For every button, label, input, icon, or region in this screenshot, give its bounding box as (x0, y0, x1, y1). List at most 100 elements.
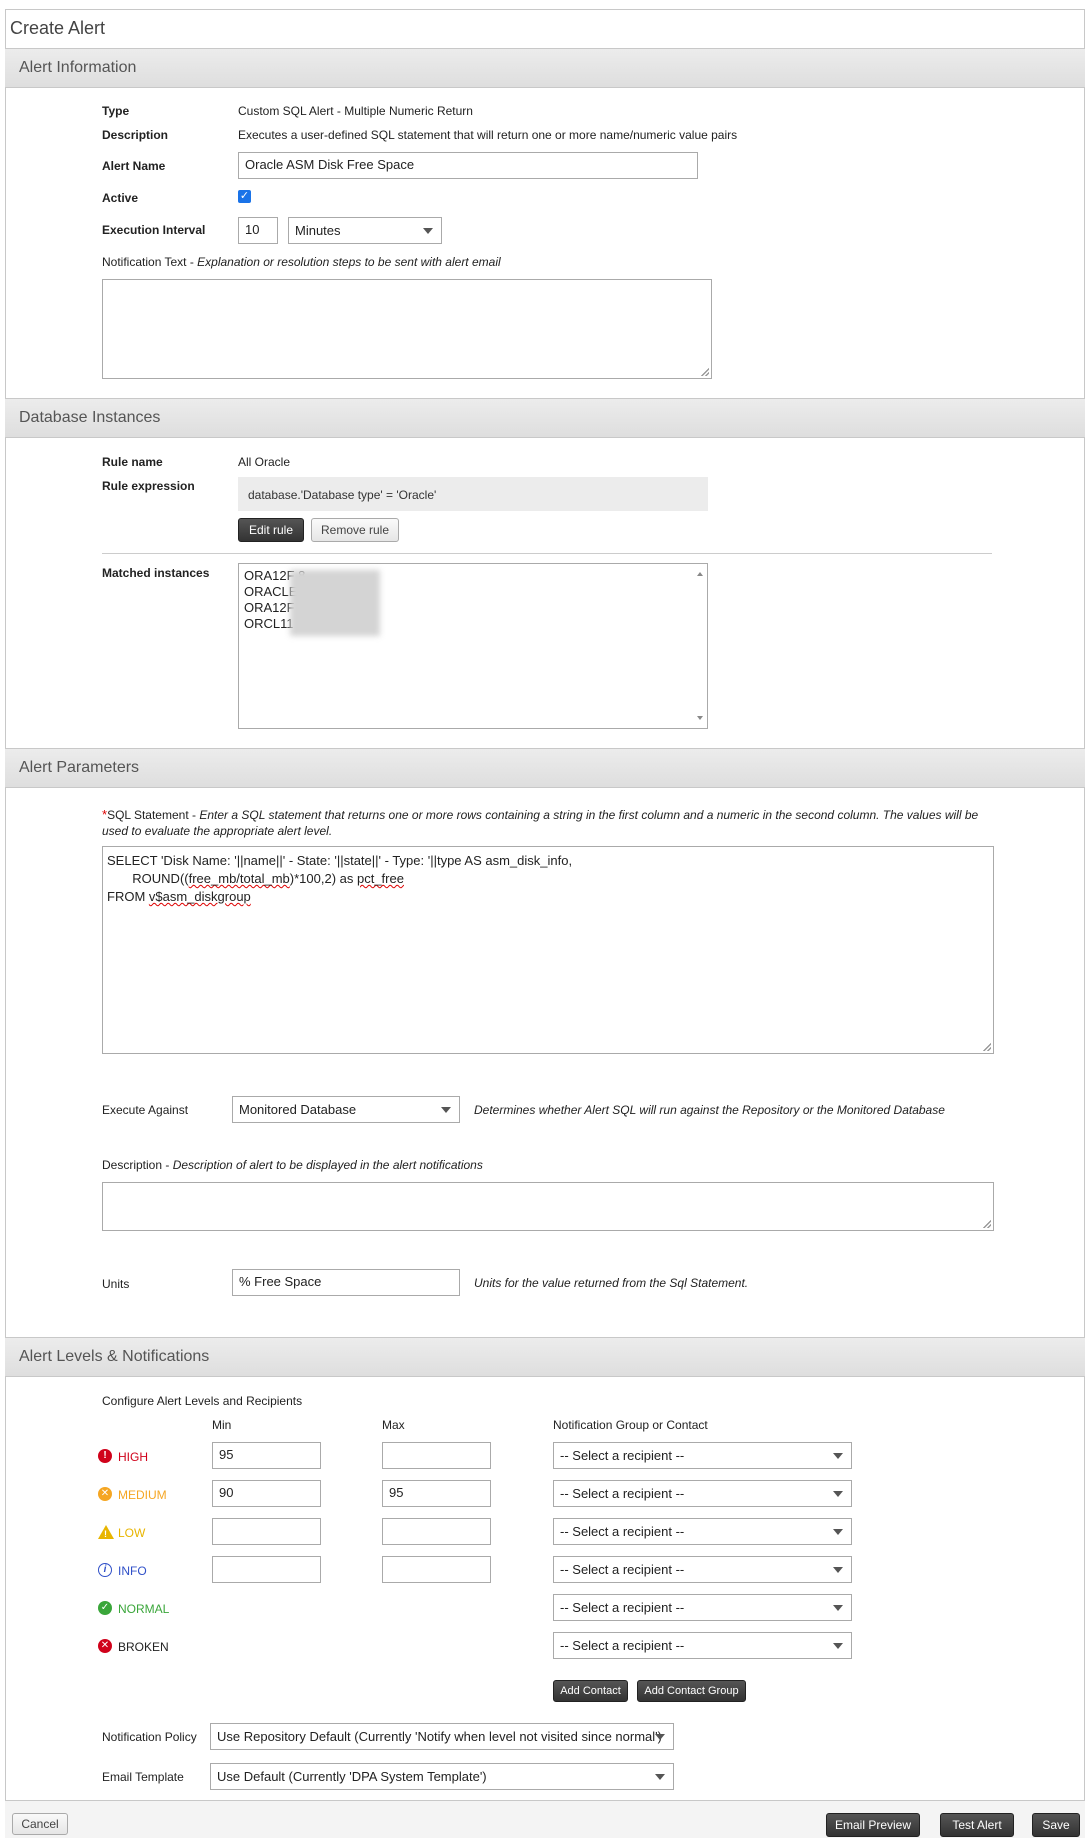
notification-policy-select[interactable]: Use Repository Default (Currently 'Notif… (210, 1723, 674, 1750)
execute-against-select[interactable]: Monitored Database (232, 1096, 460, 1123)
sql-statement-label: *SQL Statement - Enter a SQL statement t… (102, 807, 992, 839)
scroll-down-icon[interactable] (697, 716, 703, 720)
description-param-area[interactable] (102, 1182, 994, 1231)
chevron-down-icon (833, 1643, 843, 1649)
description-param-label: Description - Description of alert to be… (102, 1158, 483, 1172)
footer-bar (5, 1800, 1085, 1838)
section-alert-information: Alert Information (5, 48, 1085, 88)
recipient-placeholder: -- Select a recipient -- (560, 1486, 685, 1501)
configure-levels-label: Configure Alert Levels and Recipients (102, 1394, 303, 1408)
column-min: Min (212, 1418, 232, 1432)
sql-line-3b: v$asm_diskgroup (148, 889, 251, 904)
sql-line-2c: )*100,2) as (289, 871, 357, 886)
section-alert-parameters: Alert Parameters (5, 748, 1085, 788)
alert-high-icon: ! (98, 1449, 112, 1463)
chevron-down-icon (833, 1529, 843, 1535)
low-recipient-select[interactable]: -- Select a recipient -- (553, 1518, 852, 1545)
scroll-up-icon[interactable] (697, 572, 703, 576)
column-notification-group: Notification Group or Contact (553, 1418, 708, 1432)
resize-grip-icon[interactable] (983, 1220, 991, 1228)
interval-unit-select[interactable]: Minutes (288, 217, 442, 244)
rule-expression-value: database.'Database type' = 'Oracle' (238, 477, 708, 511)
notification-policy-value: Use Repository Default (Currently 'Notif… (217, 1729, 662, 1744)
level-info-label: INFO (118, 1564, 147, 1578)
check-circle-icon: ✓ (98, 1601, 112, 1615)
notification-text-area[interactable] (102, 279, 712, 379)
info-min-input[interactable] (212, 1556, 321, 1583)
alert-low-icon-mark: ! (104, 1529, 107, 1539)
low-min-input[interactable] (212, 1518, 321, 1545)
sql-line-2b: free_mb/total_mb (188, 871, 290, 886)
section-database-instances: Database Instances (5, 398, 1085, 438)
chevron-down-icon (655, 1774, 665, 1780)
medium-max-input[interactable]: 95 (382, 1480, 491, 1507)
description-value: Executes a user-defined SQL statement th… (238, 128, 738, 142)
save-button[interactable]: Save (1032, 1813, 1080, 1837)
units-hint: Units for the value returned from the Sq… (474, 1276, 749, 1290)
email-template-select[interactable]: Use Default (Currently 'DPA System Templ… (210, 1763, 674, 1790)
test-alert-button[interactable]: Test Alert (940, 1813, 1014, 1837)
normal-recipient-select[interactable]: -- Select a recipient -- (553, 1594, 852, 1621)
medium-recipient-select[interactable]: -- Select a recipient -- (553, 1480, 852, 1507)
interval-unit-value: Minutes (295, 223, 341, 238)
add-contact-button[interactable]: Add Contact (553, 1680, 628, 1702)
notification-text-hint: Explanation or resolution steps to be se… (197, 255, 501, 269)
info-max-input[interactable] (382, 1556, 491, 1583)
edit-rule-button[interactable]: Edit rule (238, 518, 304, 542)
alert-name-input[interactable]: Oracle ASM Disk Free Space (238, 152, 698, 179)
info-recipient-select[interactable]: -- Select a recipient -- (553, 1556, 852, 1583)
description-label: Description (102, 128, 169, 142)
resize-grip-icon[interactable] (701, 368, 709, 376)
notification-text-label: Notification Text - Explanation or resol… (102, 255, 501, 269)
rule-name-value: All Oracle (238, 455, 291, 469)
description-param-hint: Description of alert to be displayed in … (172, 1158, 483, 1172)
recipient-placeholder: -- Select a recipient -- (560, 1524, 685, 1539)
execute-against-label: Execute Against (102, 1103, 189, 1117)
level-normal-label: NORMAL (118, 1602, 170, 1616)
section-alert-levels: Alert Levels & Notifications (5, 1337, 1085, 1377)
alert-name-label: Alert Name (102, 159, 166, 173)
resize-grip-icon[interactable] (983, 1043, 991, 1051)
chevron-down-icon (833, 1453, 843, 1459)
window-title: Create Alert (10, 18, 106, 38)
units-label: Units (102, 1277, 130, 1291)
sql-statement-label-text: SQL Statement - (107, 808, 200, 822)
high-min-input[interactable]: 95 (212, 1442, 321, 1469)
sql-line-3a: FROM (107, 889, 149, 904)
redaction-blur (290, 570, 380, 636)
execution-interval-label: Execution Interval (102, 223, 206, 237)
add-contact-group-button[interactable]: Add Contact Group (637, 1680, 746, 1702)
description-param-label-text: Description - (102, 1158, 173, 1172)
notification-policy-label: Notification Policy (102, 1730, 197, 1744)
medium-min-input[interactable]: 90 (212, 1480, 321, 1507)
broken-recipient-select[interactable]: -- Select a recipient -- (553, 1632, 852, 1659)
email-preview-button[interactable]: Email Preview (826, 1813, 920, 1837)
chevron-down-icon (833, 1567, 843, 1573)
alert-medium-icon: ✕ (98, 1487, 112, 1501)
info-icon: i (98, 1563, 112, 1577)
rule-expression-label: Rule expression (102, 479, 195, 493)
units-input[interactable]: % Free Space (232, 1269, 460, 1296)
cancel-button[interactable]: Cancel (12, 1813, 68, 1835)
execute-against-hint: Determines whether Alert SQL will run ag… (474, 1103, 945, 1117)
low-max-input[interactable] (382, 1518, 491, 1545)
level-medium-label: MEDIUM (118, 1488, 167, 1502)
broken-x-icon: ✕ (98, 1639, 112, 1653)
matched-instances-label: Matched instances (102, 566, 210, 580)
remove-rule-button[interactable]: Remove rule (311, 518, 399, 542)
active-checkbox[interactable]: ✓ (238, 190, 251, 203)
execution-interval-input[interactable]: 10 (238, 217, 278, 244)
high-max-input[interactable] (382, 1442, 491, 1469)
chevron-down-icon (441, 1107, 451, 1113)
recipient-placeholder: -- Select a recipient -- (560, 1638, 685, 1653)
divider (102, 553, 992, 554)
notification-text-label-text: Notification Text - (102, 255, 198, 269)
sql-line-2a: ROUND(( (107, 871, 189, 886)
email-template-value: Use Default (Currently 'DPA System Templ… (217, 1769, 487, 1784)
email-template-label: Email Template (102, 1770, 184, 1784)
chevron-down-icon (423, 228, 433, 234)
sql-statement-editor[interactable]: SELECT 'Disk Name: '||name||' - State: '… (102, 846, 994, 1054)
chevron-down-icon (655, 1734, 665, 1740)
active-label: Active (102, 191, 139, 205)
high-recipient-select[interactable]: -- Select a recipient -- (553, 1442, 852, 1469)
